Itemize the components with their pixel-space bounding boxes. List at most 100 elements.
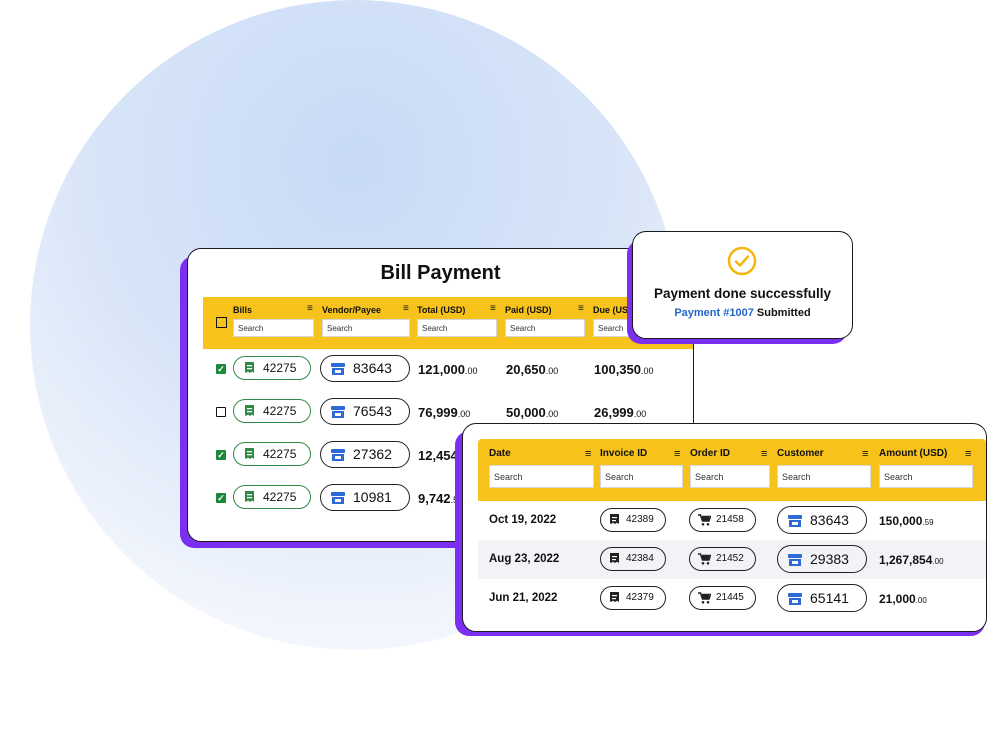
invoice-icon	[610, 514, 619, 524]
col-menu-icon[interactable]: ≡	[578, 303, 584, 314]
col-invoice-label: Invoice ID	[600, 448, 648, 459]
customer-id: 83643	[810, 512, 849, 528]
due-amount: 26,999.00	[594, 405, 646, 420]
order-amount: 1,267,854.00	[879, 553, 944, 567]
col-menu-icon[interactable]: ≡	[490, 303, 496, 314]
vendor-chip[interactable]: 76543	[320, 398, 410, 425]
toast-subtext: Payment #1007 Submitted	[633, 307, 852, 319]
amount-decimal: .59	[922, 518, 934, 527]
order-id: 21445	[716, 592, 744, 603]
receipt-icon	[245, 448, 254, 459]
vendor-search-input[interactable]: Search	[322, 319, 410, 337]
select-all-checkbox[interactable]	[216, 317, 227, 328]
col-amount: Amount (USD) ≡ Search	[879, 448, 973, 488]
invoice-id: 42389	[626, 514, 654, 525]
row-checkbox[interactable]: ✓	[216, 493, 226, 503]
col-total-label: Total (USD)	[417, 305, 466, 315]
customer-id: 29383	[810, 551, 849, 567]
store-icon	[331, 363, 345, 375]
payment-success-toast: Payment done successfully Payment #1007 …	[632, 231, 853, 339]
bill-id: 42275	[263, 361, 297, 375]
col-invoice: Invoice ID ≡ Search	[600, 448, 683, 488]
invoice-chip[interactable]: 42384	[600, 547, 666, 571]
customer-chip[interactable]: 29383	[777, 545, 867, 573]
store-icon	[331, 406, 345, 418]
col-paid: Paid (USD) ≡ Search	[505, 303, 585, 337]
order-search-input[interactable]: Search	[690, 465, 770, 488]
order-chip[interactable]: 21458	[689, 508, 756, 532]
bill-id-chip[interactable]: 42275	[233, 356, 311, 380]
total-value: 76,999	[418, 405, 458, 420]
bill-id-chip[interactable]: 42275	[233, 485, 311, 509]
amount-search-input[interactable]: Search	[879, 465, 973, 488]
total-value: 9,742	[418, 491, 451, 506]
customer-chip[interactable]: 83643	[777, 506, 867, 534]
row-checkbox[interactable]: ✓	[216, 364, 226, 374]
col-menu-icon[interactable]: ≡	[403, 303, 409, 314]
bill-id-chip[interactable]: 42275	[233, 442, 311, 466]
amount-value: 1,267,854	[879, 553, 933, 567]
invoice-chip[interactable]: 42389	[600, 508, 666, 532]
orders-card: Date ≡ Search Invoice ID ≡ Search Order …	[462, 423, 987, 632]
invoice-search-input[interactable]: Search	[600, 465, 683, 488]
total-search-input[interactable]: Search	[417, 319, 497, 337]
cart-icon	[698, 553, 711, 565]
bill-id-chip[interactable]: 42275	[233, 399, 311, 423]
col-menu-icon[interactable]: ≡	[307, 303, 313, 314]
total-value: 12,454	[418, 448, 458, 463]
invoice-icon	[610, 592, 619, 602]
invoice-id: 42379	[626, 592, 654, 603]
col-order: Order ID ≡ Search	[690, 448, 770, 488]
order-amount: 21,000.00	[879, 592, 927, 606]
bills-search-input[interactable]: Search	[233, 319, 314, 337]
invoice-icon	[610, 553, 619, 563]
col-menu-icon[interactable]: ≡	[965, 448, 971, 460]
col-menu-icon[interactable]: ≡	[761, 448, 767, 460]
row-checkbox[interactable]: ✓	[216, 450, 226, 460]
col-order-label: Order ID	[690, 448, 731, 459]
receipt-icon	[245, 362, 254, 373]
vendor-chip[interactable]: 10981	[320, 484, 410, 511]
col-menu-icon[interactable]: ≡	[862, 448, 868, 460]
due-decimal: .00	[641, 366, 654, 376]
bill-table-header: Bills ≡ Search Vendor/Payee ≡ Search Tot…	[203, 297, 693, 349]
customer-search-input[interactable]: Search	[777, 465, 871, 488]
payment-link[interactable]: Payment #1007	[674, 307, 754, 319]
paid-search-input[interactable]: Search	[505, 319, 585, 337]
customer-chip[interactable]: 65141	[777, 584, 867, 612]
col-menu-icon[interactable]: ≡	[585, 448, 591, 460]
amount-decimal: .00	[915, 596, 927, 605]
store-icon	[788, 515, 802, 527]
vendor-id: 27362	[353, 446, 392, 462]
date-search-input[interactable]: Search	[489, 465, 594, 488]
order-date: Oct 19, 2022	[489, 514, 557, 526]
row-checkbox[interactable]	[216, 407, 226, 417]
invoice-chip[interactable]: 42379	[600, 586, 666, 610]
vendor-id: 76543	[353, 403, 392, 419]
paid-value: 50,000	[506, 405, 546, 420]
paid-decimal: .00	[545, 366, 559, 376]
orders-table-header: Date ≡ Search Invoice ID ≡ Search Order …	[478, 439, 986, 501]
store-icon	[788, 554, 802, 566]
order-chip[interactable]: 21452	[689, 547, 756, 571]
amount-value: 21,000	[879, 592, 916, 606]
paid-decimal: .00	[545, 409, 559, 419]
vendor-chip[interactable]: 27362	[320, 441, 410, 468]
order-chip[interactable]: 21445	[689, 586, 756, 610]
vendor-chip[interactable]: 83643	[320, 355, 410, 382]
paid-value: 20,650	[506, 362, 546, 377]
col-menu-icon[interactable]: ≡	[674, 448, 680, 460]
total-decimal: .00	[465, 366, 478, 376]
vendor-id: 83643	[353, 360, 392, 376]
bill-id: 42275	[263, 447, 297, 461]
paid-amount: 20,650.00	[506, 362, 558, 377]
col-date-label: Date	[489, 448, 511, 459]
col-customer-label: Customer	[777, 448, 824, 459]
invoice-id: 42384	[626, 553, 654, 564]
toast-suffix: Submitted	[753, 307, 811, 319]
col-total: Total (USD) ≡ Search	[417, 303, 497, 337]
total-amount: 76,999.00	[418, 405, 470, 420]
store-icon	[331, 492, 345, 504]
cart-icon	[698, 592, 711, 604]
order-date: Aug 23, 2022	[489, 553, 560, 565]
